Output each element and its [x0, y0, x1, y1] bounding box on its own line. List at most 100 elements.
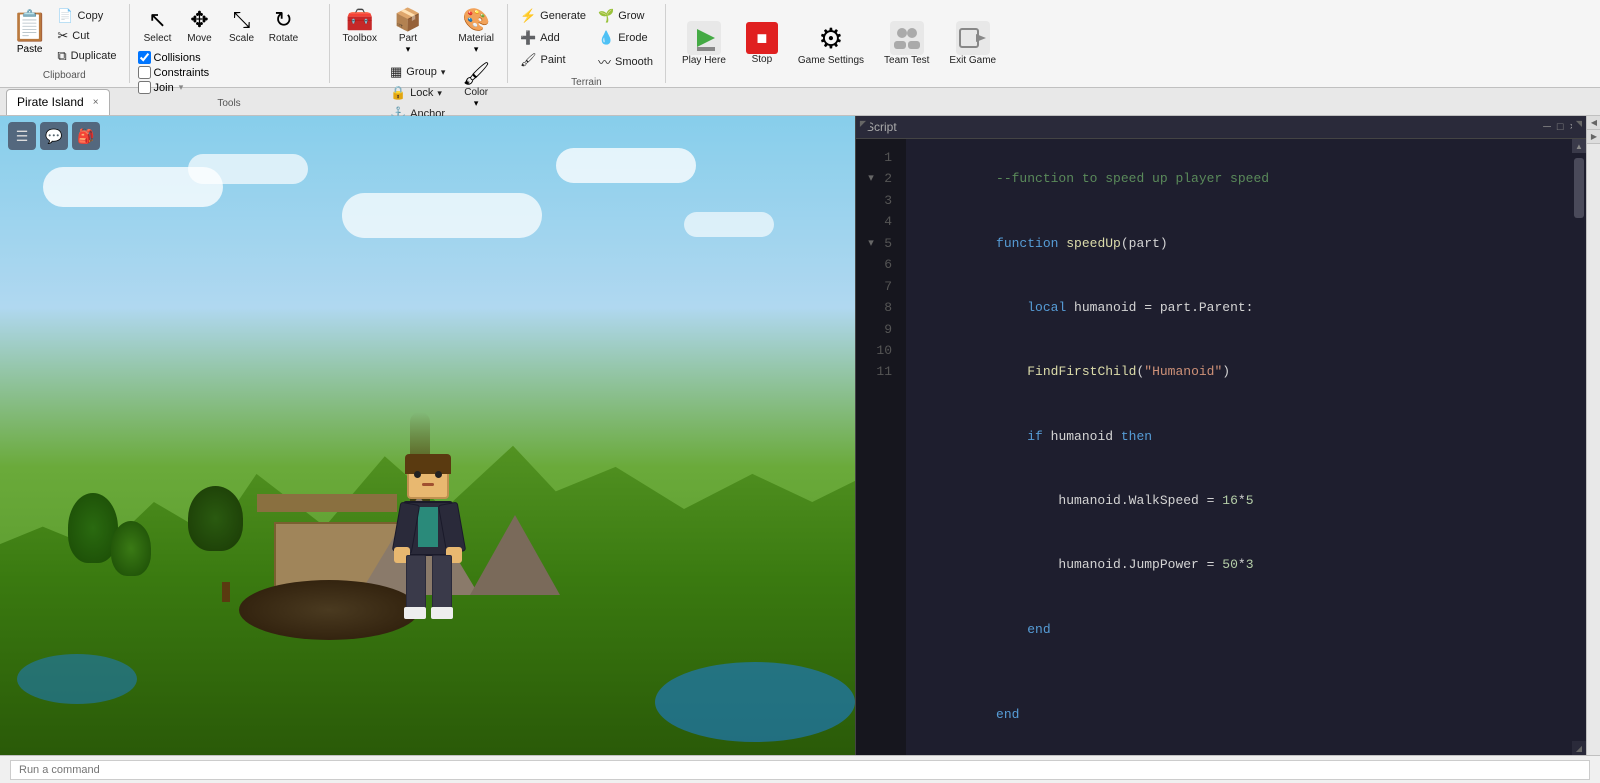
scroll-thumb[interactable]: [1574, 158, 1584, 218]
paint-button[interactable]: 🖌 Paint: [516, 50, 590, 70]
panel-resize-tr[interactable]: ◥: [1572, 116, 1586, 130]
color-dropdown[interactable]: ▾: [474, 98, 479, 109]
color-icon: 🖌: [462, 63, 490, 85]
viewport-toolbar: ☰ 💬 🎒: [0, 116, 108, 156]
play-here-button[interactable]: Play Here: [674, 17, 734, 70]
join-checkbox[interactable]: Join ▾: [138, 81, 321, 94]
duplicate-button[interactable]: ⧉ Duplicate: [53, 46, 120, 66]
color-label: Color: [464, 87, 488, 98]
join-dropdown-arrow[interactable]: ▾: [179, 82, 184, 93]
smooth-button[interactable]: 〰 Smooth: [594, 50, 657, 73]
rotate-icon: ↻: [274, 9, 292, 31]
code-token: *: [1238, 557, 1246, 572]
move-button[interactable]: ✥ Move: [180, 6, 220, 47]
scroll-track[interactable]: [1572, 153, 1586, 741]
player-character: [378, 459, 478, 659]
right-panel: ◀ ▶: [1586, 116, 1600, 755]
exit-game-button[interactable]: Exit Game: [941, 17, 1004, 70]
code-area[interactable]: --function to speed up player speed func…: [906, 139, 1572, 755]
cloud-4: [556, 148, 696, 183]
script-minimize[interactable]: ─: [1543, 121, 1551, 133]
copy-icon: 📄: [57, 8, 73, 24]
rotate-button[interactable]: ↻ Rotate: [264, 6, 304, 47]
part-button[interactable]: 📦 Part ▾: [386, 6, 430, 58]
material-label: Material: [458, 33, 494, 44]
code-line-11: script.Parent.Touched:Connect(speedUp): [918, 747, 1560, 755]
play-here-icon: [687, 21, 721, 55]
backpack-button[interactable]: 🎒: [72, 122, 100, 150]
material-button[interactable]: 🎨 Material ▾: [453, 6, 499, 58]
line-num-11: 11: [872, 361, 896, 382]
code-token: end: [1027, 622, 1050, 637]
exit-game-icon: [956, 21, 990, 55]
grow-button[interactable]: 🌱 Grow: [594, 6, 657, 26]
grow-label: Grow: [618, 10, 644, 22]
lock-dropdown-arrow[interactable]: ▾: [437, 88, 442, 99]
group-dropdown-arrow[interactable]: ▾: [441, 67, 446, 78]
tab-pirate-island[interactable]: Pirate Island ×: [6, 89, 110, 115]
scroll-up-button[interactable]: ▲: [1572, 139, 1586, 153]
material-dropdown[interactable]: ▾: [474, 44, 479, 55]
select-button[interactable]: ↖ Select: [138, 6, 178, 47]
copy-button[interactable]: 📄 Copy: [53, 6, 120, 26]
char-shoe-l: [404, 607, 426, 619]
panel-resize-br[interactable]: ◢: [1572, 741, 1586, 755]
generate-button[interactable]: ⚡ Generate: [516, 6, 590, 26]
code-token: 50: [1222, 557, 1238, 572]
constraints-checkbox[interactable]: Constraints: [138, 66, 321, 79]
line-num-2: ▾2: [880, 168, 896, 189]
lock-button[interactable]: 🔒 Lock ▾: [386, 83, 449, 103]
script-title: Script: [866, 120, 897, 134]
collisions-checkbox[interactable]: Collisions: [138, 51, 321, 64]
game-settings-button[interactable]: ⚙ Game Settings: [790, 18, 872, 70]
code-token: speedUp: [1066, 236, 1121, 251]
stop-button[interactable]: ■ Stop: [738, 18, 786, 69]
hamburger-menu-button[interactable]: ☰: [8, 122, 36, 150]
mountain-2: [470, 515, 560, 595]
line-num-10: 10: [872, 340, 896, 361]
code-line-10: end: [918, 683, 1560, 747]
cut-button[interactable]: ✂ Cut: [53, 26, 120, 46]
add-terrain-button[interactable]: ➕ Add: [516, 28, 590, 48]
panel-resize-tl[interactable]: ◤: [856, 116, 870, 130]
toolbox-button[interactable]: 🧰 Toolbox: [338, 6, 382, 47]
water-patch-right: [655, 662, 855, 742]
scale-button[interactable]: ⤡ Scale: [222, 6, 262, 47]
char-eye-l: [414, 471, 421, 478]
code-token: [996, 429, 1027, 444]
code-token: 16: [1222, 493, 1238, 508]
generate-label: Generate: [540, 10, 586, 22]
char-leg-l: [406, 555, 426, 610]
command-input[interactable]: [10, 760, 1590, 780]
line-num-7: 7: [880, 276, 896, 297]
script-maximize[interactable]: □: [1557, 121, 1564, 133]
team-test-button[interactable]: Team Test: [876, 17, 937, 70]
paste-button[interactable]: 📋 Paste: [8, 6, 51, 58]
viewport[interactable]: ☰ 💬 🎒: [0, 116, 855, 755]
ribbon-group-terrain-edit: ⚡ Generate ➕ Add 🖌 Paint 🌱 Grow: [508, 4, 666, 83]
code-line-3: local humanoid = part.Parent:: [918, 276, 1560, 340]
constraints-input[interactable]: [138, 66, 151, 79]
join-input[interactable]: [138, 81, 151, 94]
group-button[interactable]: ▦ Group ▾: [386, 62, 449, 82]
chat-button[interactable]: 💬: [40, 122, 68, 150]
tree-trunk-1: [222, 582, 230, 602]
part-dropdown[interactable]: ▾: [406, 44, 411, 55]
collisions-input[interactable]: [138, 51, 151, 64]
erode-button[interactable]: 💧 Erode: [594, 28, 657, 48]
smooth-label: Smooth: [615, 56, 653, 68]
right-expand-button[interactable]: ▶: [1587, 130, 1600, 144]
script-scrollbar-vertical[interactable]: ▲ ▼: [1572, 139, 1586, 755]
tab-close-button[interactable]: ×: [93, 97, 99, 108]
erode-label: Erode: [618, 32, 647, 44]
right-collapse-button[interactable]: ◀: [1587, 116, 1600, 130]
code-line-2: function speedUp(part): [918, 211, 1560, 275]
code-token: [996, 364, 1027, 379]
paste-icon: 📋: [11, 9, 48, 44]
code-token: *: [1238, 493, 1246, 508]
color-button[interactable]: 🖌 Color ▾: [453, 60, 499, 112]
exit-game-label: Exit Game: [949, 55, 996, 66]
group-icon: ▦: [390, 64, 402, 80]
backpack-icon: 🎒: [77, 128, 94, 145]
char-hair: [405, 454, 451, 474]
